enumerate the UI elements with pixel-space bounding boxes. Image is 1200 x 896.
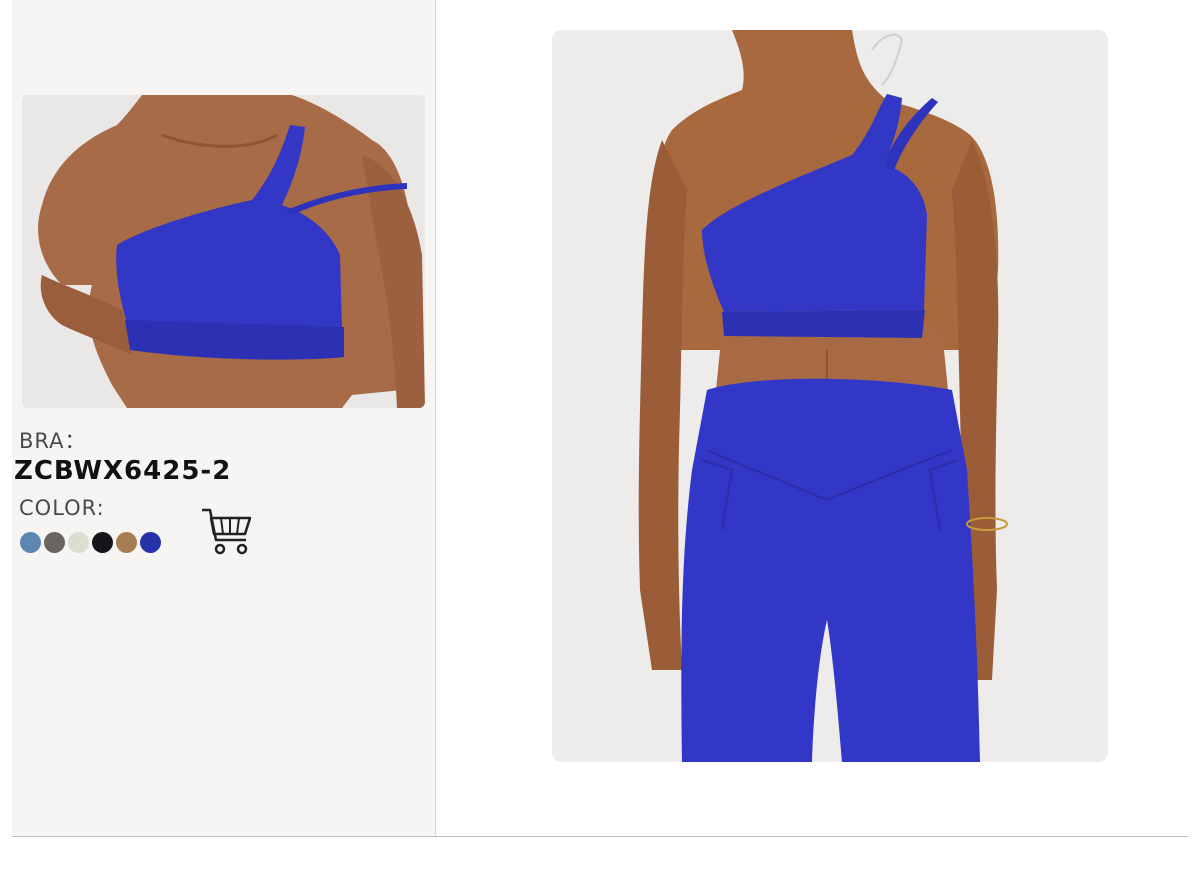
- swatch-cream[interactable]: [68, 532, 89, 553]
- swatch-camel[interactable]: [116, 532, 137, 553]
- shopping-cart-icon[interactable]: [200, 506, 254, 558]
- swatch-charcoal[interactable]: [44, 532, 65, 553]
- swatch-black[interactable]: [92, 532, 113, 553]
- bottom-divider: [12, 836, 1188, 837]
- bra-thumbnail-image[interactable]: [22, 95, 425, 408]
- main-product-illustration: [552, 30, 1108, 762]
- color-swatches: [20, 532, 161, 553]
- product-sku: ZCBWX6425-2: [14, 456, 232, 486]
- main-product-image[interactable]: [552, 30, 1108, 762]
- bra-label: BRA：: [19, 429, 87, 453]
- swatch-blue-grey[interactable]: [20, 532, 41, 553]
- color-label: COLOR:: [19, 496, 105, 520]
- bra-thumbnail-illustration: [22, 95, 425, 408]
- vertical-divider: [435, 0, 436, 836]
- swatch-royal-blue[interactable]: [140, 532, 161, 553]
